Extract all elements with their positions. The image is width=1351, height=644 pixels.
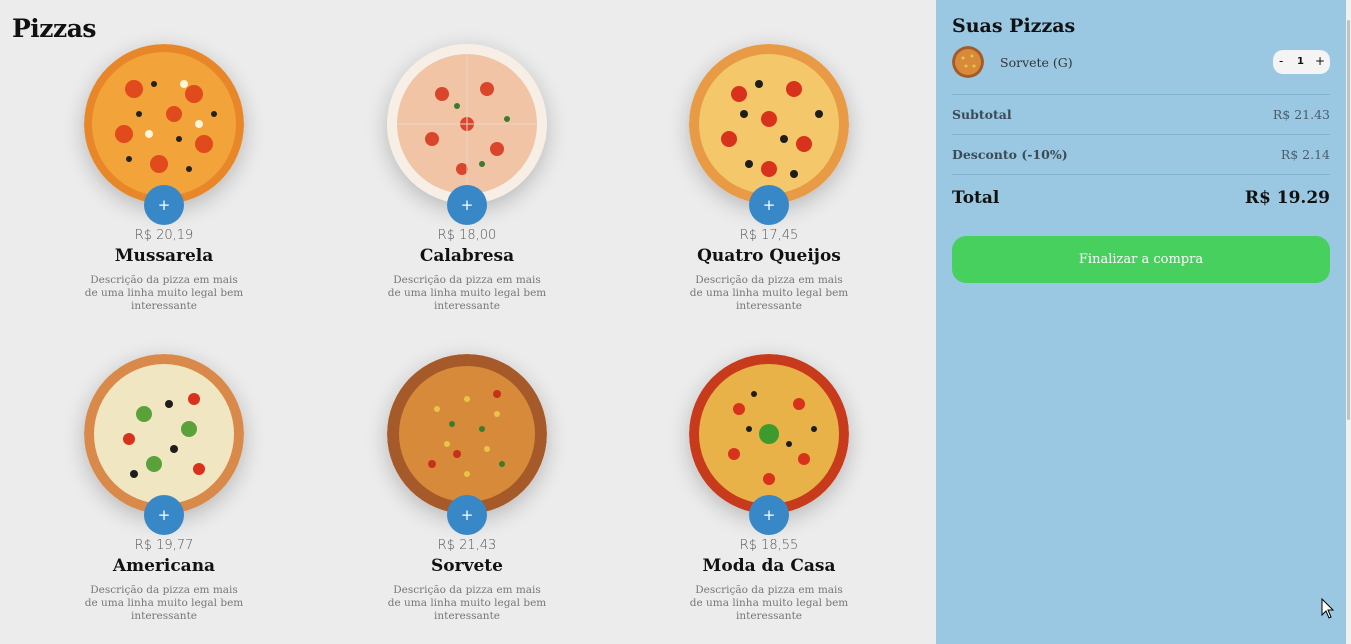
subtotal-label: Subtotal <box>952 107 1012 122</box>
add-pizza-button[interactable]: + <box>447 495 487 535</box>
add-pizza-button[interactable]: + <box>749 495 789 535</box>
discount-row: Desconto (-10%) R$ 2.14 <box>952 134 1330 174</box>
pizza-description: Descrição da pizza em mais de uma linha … <box>689 274 849 312</box>
total-label: Total <box>952 188 1000 208</box>
subtotal-row: Subtotal R$ 21.43 <box>952 94 1330 134</box>
quantity-stepper: - 1 + <box>1273 50 1330 74</box>
pizza-card[interactable]: + R$ 20,19 Mussarela Descrição da pizza … <box>64 44 264 324</box>
pizza-name: Moda da Casa <box>702 556 836 576</box>
pizza-card[interactable]: + R$ 21,43 Sorvete Descrição da pizza em… <box>367 354 567 634</box>
pizza-card[interactable]: + R$ 19,77 Americana Descrição da pizza … <box>64 354 264 634</box>
pizza-image[interactable] <box>387 354 547 514</box>
pizza-menu: Pizzas + R$ 20,19 Mussarela Descrição da… <box>0 0 936 644</box>
add-pizza-button[interactable]: + <box>447 185 487 225</box>
pizza-description: Descrição da pizza em mais de uma linha … <box>84 274 244 312</box>
cart-sidebar: Suas Pizzas Sorvete (G) - 1 + Subtotal R… <box>936 0 1346 644</box>
scrollbar-thumb[interactable] <box>1347 20 1350 420</box>
pizza-price: R$ 18,55 <box>739 538 799 553</box>
pizza-card[interactable]: + R$ 18,55 Moda da Casa Descrição da piz… <box>669 354 869 634</box>
pizza-price: R$ 20,19 <box>134 228 194 243</box>
pizza-name: Sorvete <box>431 556 503 576</box>
pizza-card[interactable]: + R$ 17,45 Quatro Queijos Descrição da p… <box>669 44 869 324</box>
subtotal-value: R$ 21.43 <box>1272 107 1330 122</box>
pizza-price: R$ 17,45 <box>739 228 799 243</box>
pizza-card[interactable]: + R$ 18,00 Calabresa Descrição da pizza … <box>367 44 567 324</box>
pizza-image[interactable] <box>84 44 244 204</box>
discount-value: R$ 2.14 <box>1280 147 1330 162</box>
pizza-name: Americana <box>112 556 216 576</box>
pizza-description: Descrição da pizza em mais de uma linha … <box>387 274 547 312</box>
mouse-cursor-icon <box>1321 598 1335 619</box>
pizza-image[interactable] <box>84 354 244 514</box>
pizza-description: Descrição da pizza em mais de uma linha … <box>689 584 849 622</box>
add-pizza-button[interactable]: + <box>144 185 184 225</box>
add-pizza-button[interactable]: + <box>144 495 184 535</box>
pizza-image[interactable] <box>387 44 547 204</box>
discount-label: Desconto (-10%) <box>952 147 1068 162</box>
pizza-name: Mussarela <box>114 246 214 266</box>
cart-item-image <box>952 46 984 78</box>
cart-item-name: Sorvete (G) <box>1000 55 1073 70</box>
pizza-image[interactable] <box>689 354 849 514</box>
pizza-image[interactable] <box>689 44 849 204</box>
total-row: Total R$ 19.29 <box>952 174 1330 224</box>
quantity-value: 1 <box>1297 56 1304 67</box>
scrollbar[interactable] <box>1346 0 1351 644</box>
pizza-name: Calabresa <box>419 246 515 266</box>
pizza-name: Quatro Queijos <box>697 246 841 266</box>
add-pizza-button[interactable]: + <box>749 185 789 225</box>
pizza-price: R$ 19,77 <box>134 538 194 553</box>
pizza-price: R$ 21,43 <box>437 538 497 553</box>
pizza-grid: + R$ 20,19 Mussarela Descrição da pizza … <box>0 0 936 644</box>
checkout-button[interactable]: Finalizar a compra <box>952 236 1330 283</box>
pizza-description: Descrição da pizza em mais de uma linha … <box>387 584 547 622</box>
total-value: R$ 19.29 <box>1244 188 1330 208</box>
pizza-description: Descrição da pizza em mais de uma linha … <box>84 584 244 622</box>
cart-item: Sorvete (G) - 1 + <box>952 46 1330 78</box>
decrease-quantity-button[interactable]: - <box>1279 54 1283 68</box>
increase-quantity-button[interactable]: + <box>1315 54 1325 68</box>
cart-title: Suas Pizzas <box>952 15 1076 37</box>
pizza-price: R$ 18,00 <box>437 228 497 243</box>
